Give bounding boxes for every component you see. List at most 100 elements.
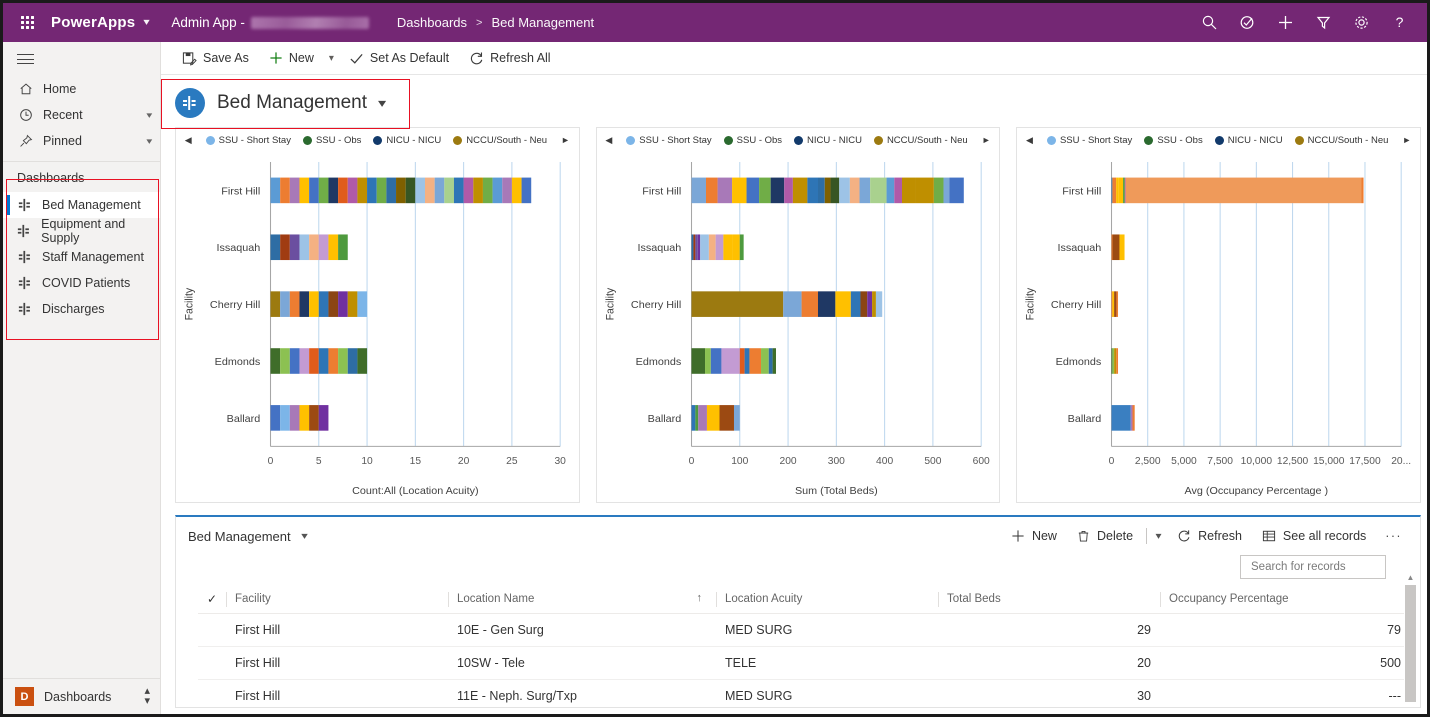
page-title[interactable]: Bed Management ▾ bbox=[175, 81, 386, 125]
legend-item[interactable]: SSU - Obs bbox=[302, 135, 361, 146]
chart-plot-area[interactable]: 0 5 10 15 20 25 30 First Hill Issaquah Cherry Hil… bbox=[176, 152, 579, 502]
recent-chevron-down-icon[interactable]: ▾ bbox=[147, 110, 153, 121]
legend-next-icon[interactable]: ► bbox=[559, 135, 572, 145]
table-row[interactable]: First Hill 11E - Neph. Surg/Txp MED SURG… bbox=[198, 679, 1410, 707]
refresh-all-label: Refresh All bbox=[490, 51, 551, 65]
grid-delete-button[interactable]: Delete bbox=[1068, 525, 1142, 547]
grid-view-title[interactable]: Bed Management bbox=[188, 529, 291, 544]
sidebar-item-discharges[interactable]: Discharges bbox=[3, 296, 160, 322]
svg-text:300: 300 bbox=[827, 456, 845, 467]
area-switcher[interactable]: D Dashboards ▴ ▾ bbox=[3, 678, 160, 714]
svg-text:10,000: 10,000 bbox=[1241, 456, 1273, 467]
cell-location-name[interactable]: 10E - Gen Surg bbox=[448, 613, 716, 647]
settings-icon[interactable] bbox=[1343, 7, 1379, 39]
sidebar-item-pinned[interactable]: Pinned ▾ bbox=[3, 128, 160, 154]
grid-refresh-button[interactable]: Refresh bbox=[1168, 525, 1251, 547]
column-header-occupancy-percentage[interactable]: Occupancy Percentage bbox=[1160, 587, 1410, 614]
svg-text:First Hill: First Hill bbox=[221, 186, 260, 198]
new-button[interactable]: New bbox=[260, 47, 323, 69]
legend-item[interactable]: SSU - Obs bbox=[723, 135, 782, 146]
legend-item[interactable]: SSU - Obs bbox=[1144, 135, 1203, 146]
chart-plot-area[interactable]: 0 100 200 300 400 500 600 First Hill Issaquah Che… bbox=[597, 152, 1000, 502]
set-as-default-button[interactable]: Set As Default bbox=[340, 47, 458, 70]
legend-item[interactable]: NCCU/South - Neu bbox=[453, 135, 547, 146]
new-chevron-down-icon[interactable]: ▾ bbox=[325, 49, 338, 68]
svg-text:400: 400 bbox=[876, 456, 894, 467]
legend-prev-icon[interactable]: ◀ bbox=[603, 135, 614, 146]
search-input[interactable] bbox=[1240, 555, 1407, 579]
svg-text:Ballard: Ballard bbox=[227, 413, 261, 425]
cell-location-name[interactable]: 10SW - Tele bbox=[448, 646, 716, 680]
app-launcher-icon[interactable] bbox=[13, 16, 41, 29]
sidebar-item-bed-management[interactable]: Bed Management bbox=[3, 192, 160, 218]
legend-item[interactable]: SSU - Short Stay bbox=[205, 135, 291, 146]
legend-item[interactable]: NCCU/South - Neu bbox=[1294, 135, 1388, 146]
table-row[interactable]: First Hill 10SW - Tele TELE 20 500 bbox=[198, 646, 1410, 680]
sidebar-item-staff-management[interactable]: Staff Management bbox=[3, 244, 160, 270]
cell-occupancy-percentage: --- bbox=[1160, 679, 1410, 707]
grid-see-all-records-button[interactable]: See all records bbox=[1253, 525, 1375, 547]
cell-facility[interactable]: First Hill bbox=[226, 613, 448, 647]
search-input-field[interactable] bbox=[1249, 560, 1407, 574]
legend-next-icon[interactable]: ► bbox=[1400, 135, 1413, 145]
sidebar-item-pinned-label: Pinned bbox=[43, 134, 82, 148]
search-icon[interactable] bbox=[1191, 7, 1227, 39]
chart-plot-area[interactable]: 0 2,500 5,000 7,500 10,000 12,500 15,000 17,500… bbox=[1017, 152, 1420, 502]
svg-text:Cherry Hill: Cherry Hill bbox=[1051, 299, 1101, 311]
refresh-all-button[interactable]: Refresh All bbox=[460, 47, 559, 70]
brand-title[interactable]: PowerApps bbox=[51, 14, 135, 31]
scrollbar-thumb[interactable] bbox=[1405, 585, 1416, 702]
legend-prev-icon[interactable]: ◀ bbox=[1024, 135, 1035, 146]
column-header-total-beds[interactable]: Total Beds bbox=[938, 587, 1160, 614]
table-row[interactable]: First Hill 10E - Gen Surg MED SURG 29 79 bbox=[198, 613, 1410, 647]
column-header-facility[interactable]: Facility bbox=[226, 587, 448, 614]
quick-create-icon[interactable] bbox=[1267, 7, 1303, 39]
legend-prev-icon[interactable]: ◀ bbox=[183, 135, 194, 146]
grid-delete-chevron-down-icon[interactable]: ▾ bbox=[1150, 527, 1168, 546]
help-icon[interactable]: ? bbox=[1381, 7, 1417, 39]
svg-text:Edmonds: Edmonds bbox=[215, 356, 261, 368]
row-checkbox[interactable] bbox=[198, 613, 226, 647]
svg-text:20...: 20... bbox=[1392, 456, 1412, 467]
scroll-up-icon[interactable]: ▲ bbox=[1405, 573, 1416, 583]
legend-item[interactable]: NCCU/South - Neu bbox=[873, 135, 968, 146]
sidebar-item-equipment-and-supply[interactable]: Equipment and Supply bbox=[3, 217, 160, 245]
legend-item[interactable]: NICU - NICU bbox=[794, 135, 862, 146]
page-title-chevron-down-icon[interactable]: ▾ bbox=[378, 96, 386, 110]
breadcrumb-dashboards[interactable]: Dashboards bbox=[397, 15, 467, 30]
svg-text:200: 200 bbox=[779, 456, 797, 467]
pinned-chevron-down-icon[interactable]: ▾ bbox=[147, 136, 153, 147]
svg-text:2,500: 2,500 bbox=[1135, 456, 1161, 467]
column-header-location-name[interactable]: Location Name ↑ bbox=[448, 587, 716, 614]
legend-item[interactable]: SSU - Short Stay bbox=[626, 135, 712, 146]
sidebar-item-home[interactable]: Home bbox=[3, 76, 160, 102]
cell-facility[interactable]: First Hill bbox=[226, 646, 448, 680]
sidebar-item-discharges-label: Discharges bbox=[42, 302, 105, 316]
legend-item[interactable]: SSU - Short Stay bbox=[1046, 134, 1133, 146]
grid-vertical-scrollbar[interactable]: ▲ bbox=[1404, 573, 1417, 704]
svg-text:Issaquah: Issaquah bbox=[637, 242, 681, 254]
legend-next-icon[interactable]: ► bbox=[980, 135, 993, 145]
relevance-search-icon[interactable] bbox=[1229, 7, 1265, 39]
svg-text:Issaquah: Issaquah bbox=[216, 242, 260, 254]
area-switcher-updown-icon[interactable]: ▴ ▾ bbox=[144, 685, 150, 707]
row-checkbox[interactable] bbox=[198, 646, 226, 680]
row-checkbox[interactable] bbox=[198, 679, 226, 707]
sidebar-item-recent[interactable]: Recent ▾ bbox=[3, 102, 160, 128]
hamburger-menu-icon[interactable] bbox=[3, 42, 160, 76]
column-header-location-acuity[interactable]: Location Acuity bbox=[716, 587, 938, 614]
filter-icon[interactable] bbox=[1305, 7, 1341, 39]
grid-overflow-button[interactable]: ··· bbox=[1377, 525, 1410, 547]
sidebar-item-covid-patients[interactable]: COVID Patients bbox=[3, 270, 160, 296]
brand-chevron-down-icon[interactable]: ▾ bbox=[144, 17, 150, 28]
legend-item[interactable]: NICU - NICU bbox=[1214, 135, 1283, 146]
legend-item[interactable]: NICU - NICU bbox=[373, 135, 441, 146]
save-as-button[interactable]: Save As bbox=[173, 47, 258, 70]
grid-view-chevron-down-icon[interactable]: ▾ bbox=[301, 531, 308, 542]
legend-label: SSU - Short Stay bbox=[1059, 134, 1133, 146]
svg-text:Ballard: Ballard bbox=[647, 413, 681, 425]
cell-location-name[interactable]: 11E - Neph. Surg/Txp bbox=[448, 679, 716, 707]
cell-facility[interactable]: First Hill bbox=[226, 679, 448, 707]
select-all-checkbox[interactable]: ✓ bbox=[198, 587, 226, 614]
grid-new-button[interactable]: New bbox=[1002, 525, 1066, 547]
